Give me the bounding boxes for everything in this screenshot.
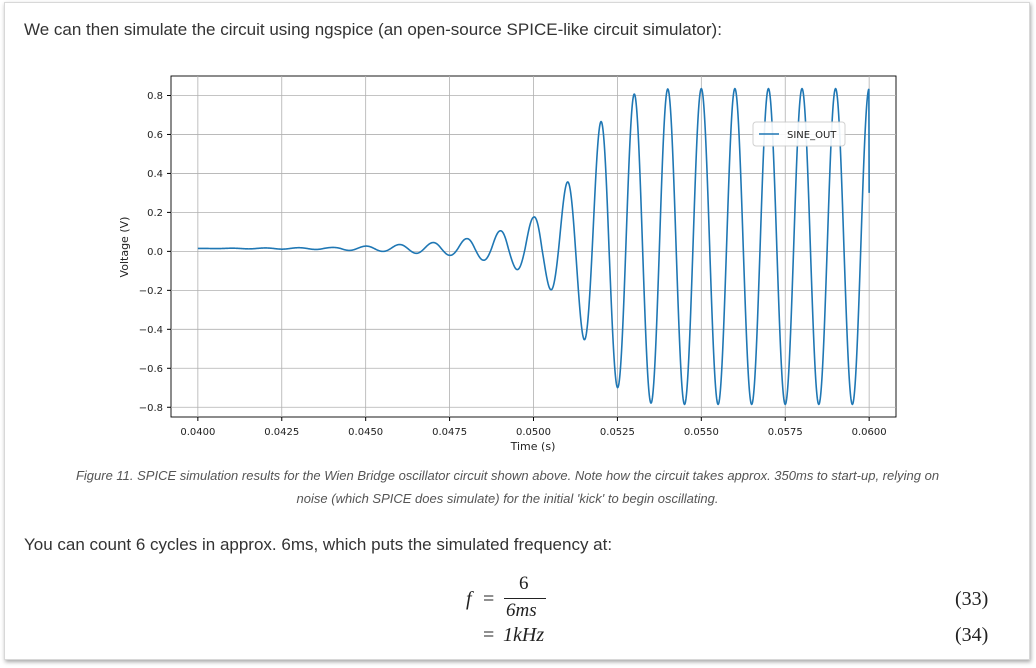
intro-paragraph: We can then simulate the circuit using n… (24, 20, 722, 39)
equation-number-34: (34) (955, 624, 989, 646)
caption-line-2: noise (which SPICE does simulate) for th… (296, 491, 719, 506)
eq-lhs: f (466, 588, 472, 610)
y-tick-label: 0.6 (147, 130, 163, 141)
x-tick-label: 0.0525 (600, 427, 635, 438)
eq-denominator: 6ms (506, 600, 537, 621)
x-tick-label: 0.0600 (852, 427, 887, 438)
x-tick-label: 0.0425 (264, 427, 299, 438)
x-tick-label: 0.0575 (768, 427, 803, 438)
x-tick-label: 0.0550 (684, 427, 719, 438)
y-tick-label: −0.8 (139, 403, 163, 414)
x-tick-label: 0.0400 (180, 427, 215, 438)
caption-line-1: Figure 11. SPICE simulation results for … (75, 468, 940, 483)
x-tick-label: 0.0450 (348, 427, 383, 438)
x-axis-label: Time (s) (510, 440, 556, 453)
fraction-bar (504, 598, 546, 599)
count-paragraph: You can count 6 cycles in approx. 6ms, w… (24, 535, 613, 554)
eq-numerator: 6 (519, 573, 529, 594)
figure-caption: Figure 11. SPICE simulation results for … (24, 464, 991, 510)
equation-number-33: (33) (955, 588, 989, 610)
legend: SINE_OUT (752, 121, 846, 147)
x-tick-label: 0.0500 (516, 427, 551, 438)
y-tick-label: −0.6 (139, 364, 163, 375)
x-tick-label: 0.0475 (432, 427, 467, 438)
eq-result: 1kHz (503, 624, 545, 646)
x-tick-labels: 0.0400 0.0425 0.0450 0.0475 0.0500 0.0525 0.05… (180, 417, 887, 438)
y-tick-label: 0.4 (147, 169, 163, 180)
y-tick-label: −0.2 (139, 286, 163, 297)
y-axis-label: Voltage (V) (118, 217, 131, 278)
y-tick-labels: 0.8 0.6 0.4 0.2 0.0 −0.2 −0.4 −0.6 −0.8 (139, 91, 171, 414)
simulation-chart: 0.0400 0.0425 0.0450 0.0475 0.0500 0.0525 0.05… (118, 75, 897, 453)
eq-equals-1: = (483, 588, 495, 610)
y-tick-label: −0.4 (139, 325, 163, 336)
y-tick-label: 0.0 (147, 247, 163, 258)
eq-equals-2: = (483, 624, 495, 646)
y-tick-label: 0.2 (147, 208, 163, 219)
y-tick-label: 0.8 (147, 91, 163, 102)
legend-label: SINE_OUT (787, 130, 837, 141)
